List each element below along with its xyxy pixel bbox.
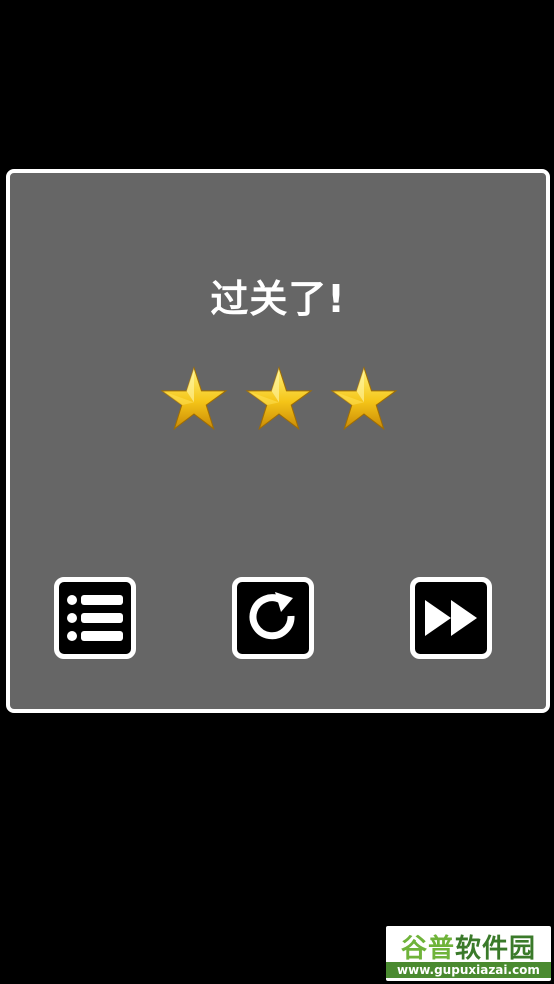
watermark-url: www.gupuxiazai.com [386,962,551,978]
level-menu-button[interactable] [54,577,136,659]
game-screen: 过关了! 谷普软件园 www.gupuxiazai.com [0,0,554,984]
level-complete-dialog: 过关了! [6,169,550,713]
restart-button[interactable] [232,577,314,659]
star-icon-1 [160,366,228,431]
watermark-logo-part2: 软件园 [455,934,537,964]
star-icon-2 [245,366,313,431]
star-icon-3 [330,366,398,431]
restart-icon [249,592,295,640]
fast-forward-icon [425,600,477,636]
watermark-logo-part1: 谷普 [400,934,455,964]
watermark-logo: 谷普软件园 [386,928,551,965]
list-menu-icon [67,595,123,641]
dialog-title: 过关了! [210,277,346,321]
next-level-button[interactable] [410,577,492,659]
star-rating [160,365,400,435]
watermark-badge: 谷普软件园 www.gupuxiazai.com [386,926,551,981]
